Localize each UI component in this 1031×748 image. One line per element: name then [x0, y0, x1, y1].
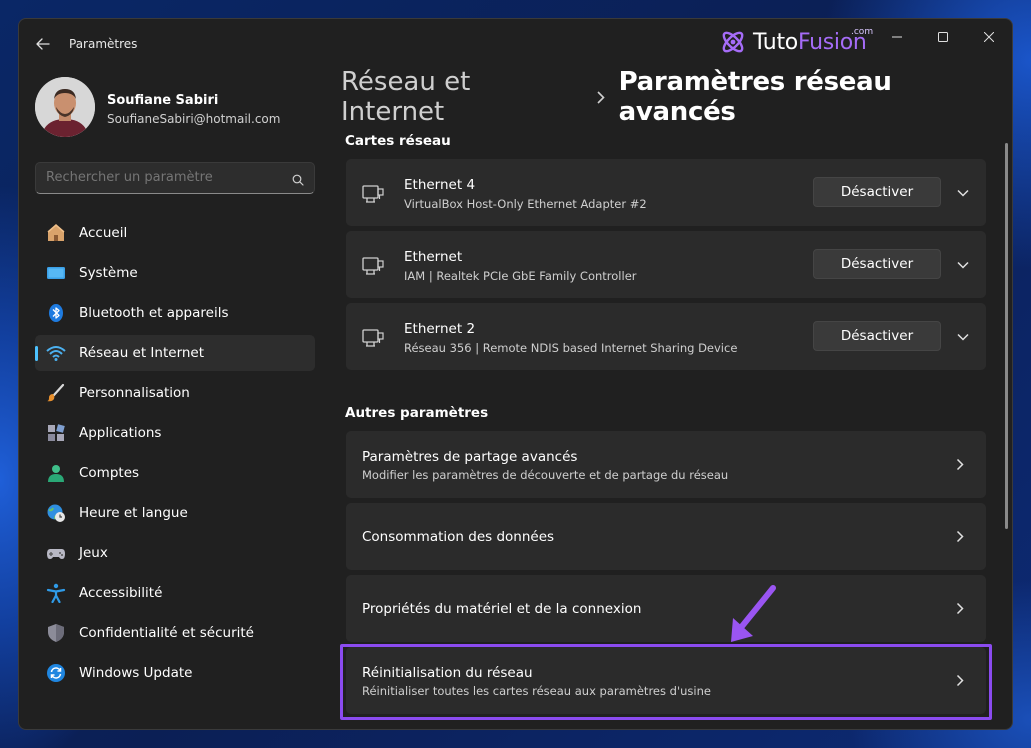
account-icon	[45, 462, 67, 484]
sidebar-item-confidentialite[interactable]: Confidentialité et sécurité	[35, 615, 315, 651]
link-card-hardware-properties[interactable]: Propriétés du matériel et de la connexio…	[346, 575, 986, 642]
chevron-right-icon	[597, 90, 605, 104]
sidebar-item-bluetooth[interactable]: Bluetooth et appareils	[35, 295, 315, 331]
adapter-name: Ethernet 4	[404, 177, 476, 193]
ethernet-port-icon	[362, 255, 384, 281]
maximize-button[interactable]	[920, 19, 966, 55]
chevron-right-icon	[956, 431, 964, 498]
sidebar-nav: Accueil Système Bluetooth et appareils R…	[35, 215, 315, 695]
disable-button[interactable]: Désactiver	[813, 321, 941, 351]
page-title: Paramètres réseau avancés	[618, 67, 892, 127]
title-bar: Paramètres TutoFusion .com	[19, 19, 1012, 67]
bluetooth-icon	[45, 302, 67, 324]
adapter-card-ethernet-2[interactable]: Ethernet 2 Réseau 356 | Remote NDIS base…	[346, 303, 986, 370]
logo-text: TutoFusion	[753, 29, 867, 55]
section-title-other: Autres paramètres	[345, 405, 489, 421]
close-icon	[984, 32, 994, 42]
user-name: Soufiane Sabiri	[107, 93, 219, 108]
sidebar-item-windows-update[interactable]: Windows Update	[35, 655, 315, 691]
sidebar-item-applications[interactable]: Applications	[35, 415, 315, 451]
ethernet-port-icon	[362, 327, 384, 353]
chevron-right-icon	[956, 575, 964, 642]
monitor-icon	[45, 262, 67, 284]
accessibility-icon	[45, 582, 67, 604]
breadcrumb-parent-link[interactable]: Réseau et Internet	[341, 67, 579, 127]
search-input[interactable]	[46, 170, 276, 185]
user-photo-icon	[35, 77, 95, 137]
sidebar-item-systeme[interactable]: Système	[35, 255, 315, 291]
back-button[interactable]	[29, 33, 57, 55]
chevron-down-icon[interactable]	[950, 183, 976, 203]
highlight-frame	[340, 644, 992, 720]
atom-logo-icon	[722, 31, 744, 53]
chevron-down-icon[interactable]	[950, 327, 976, 347]
search-box[interactable]	[35, 162, 315, 194]
adapter-name: Ethernet 2	[404, 321, 476, 337]
user-email: SoufianeSabiri@hotmail.com	[107, 112, 281, 126]
sidebar-item-accessibilite[interactable]: Accessibilité	[35, 575, 315, 611]
settings-window: Paramètres TutoFusion .com Soufiane Sabi…	[18, 18, 1013, 730]
wifi-icon	[45, 342, 67, 364]
close-button[interactable]	[966, 19, 1012, 55]
gamepad-icon	[45, 542, 67, 564]
sidebar-item-comptes[interactable]: Comptes	[35, 455, 315, 491]
adapter-card-ethernet-4[interactable]: Ethernet 4 VirtualBox Host-Only Ethernet…	[346, 159, 986, 226]
adapter-description: IAM | Realtek PCIe GbE Family Controller	[404, 269, 637, 283]
minimize-icon	[892, 36, 902, 38]
minimize-button[interactable]	[874, 19, 920, 55]
link-card-data-usage[interactable]: Consommation des données	[346, 503, 986, 570]
sidebar-item-reseau[interactable]: Réseau et Internet	[35, 335, 315, 371]
sidebar-item-jeux[interactable]: Jeux	[35, 535, 315, 571]
home-icon	[45, 222, 67, 244]
sidebar-item-personnalisation[interactable]: Personnalisation	[35, 375, 315, 411]
link-title: Paramètres de partage avancés	[362, 449, 578, 465]
disable-button[interactable]: Désactiver	[813, 177, 941, 207]
annotation-arrow-icon	[731, 585, 776, 642]
disable-button[interactable]: Désactiver	[813, 249, 941, 279]
link-title: Propriétés du matériel et de la connexio…	[362, 601, 642, 617]
adapter-description: Réseau 356 | Remote NDIS based Internet …	[404, 341, 738, 355]
ethernet-port-icon	[362, 183, 384, 209]
tutofusion-logo: TutoFusion .com	[719, 27, 873, 57]
chevron-right-icon	[956, 503, 964, 570]
link-card-sharing[interactable]: Paramètres de partage avancés Modifier l…	[346, 431, 986, 498]
adapter-description: VirtualBox Host-Only Ethernet Adapter #2	[404, 197, 647, 211]
section-title-adapters: Cartes réseau	[345, 133, 451, 149]
app-title: Paramètres	[69, 37, 138, 51]
user-profile[interactable]: Soufiane Sabiri SoufianeSabiri@hotmail.c…	[35, 77, 335, 139]
apps-icon	[45, 422, 67, 444]
link-description: Modifier les paramètres de découverte et…	[362, 468, 729, 482]
brush-icon	[45, 382, 67, 404]
update-icon	[45, 662, 67, 684]
back-arrow-icon	[36, 38, 50, 50]
avatar	[35, 77, 95, 137]
scrollbar[interactable]	[1005, 143, 1008, 529]
shield-icon	[45, 622, 67, 644]
link-title: Consommation des données	[362, 529, 555, 545]
adapter-card-ethernet[interactable]: Ethernet IAM | Realtek PCIe GbE Family C…	[346, 231, 986, 298]
logo-suffix: .com	[851, 27, 874, 37]
maximize-icon	[938, 32, 948, 42]
sidebar-item-heure[interactable]: Heure et langue	[35, 495, 315, 531]
adapter-name: Ethernet	[404, 249, 463, 265]
search-icon[interactable]	[292, 171, 304, 190]
breadcrumb: Réseau et Internet Paramètres réseau ava…	[341, 67, 1012, 127]
chevron-down-icon[interactable]	[950, 255, 976, 275]
sidebar-item-accueil[interactable]: Accueil	[35, 215, 315, 251]
globe-clock-icon	[45, 502, 67, 524]
